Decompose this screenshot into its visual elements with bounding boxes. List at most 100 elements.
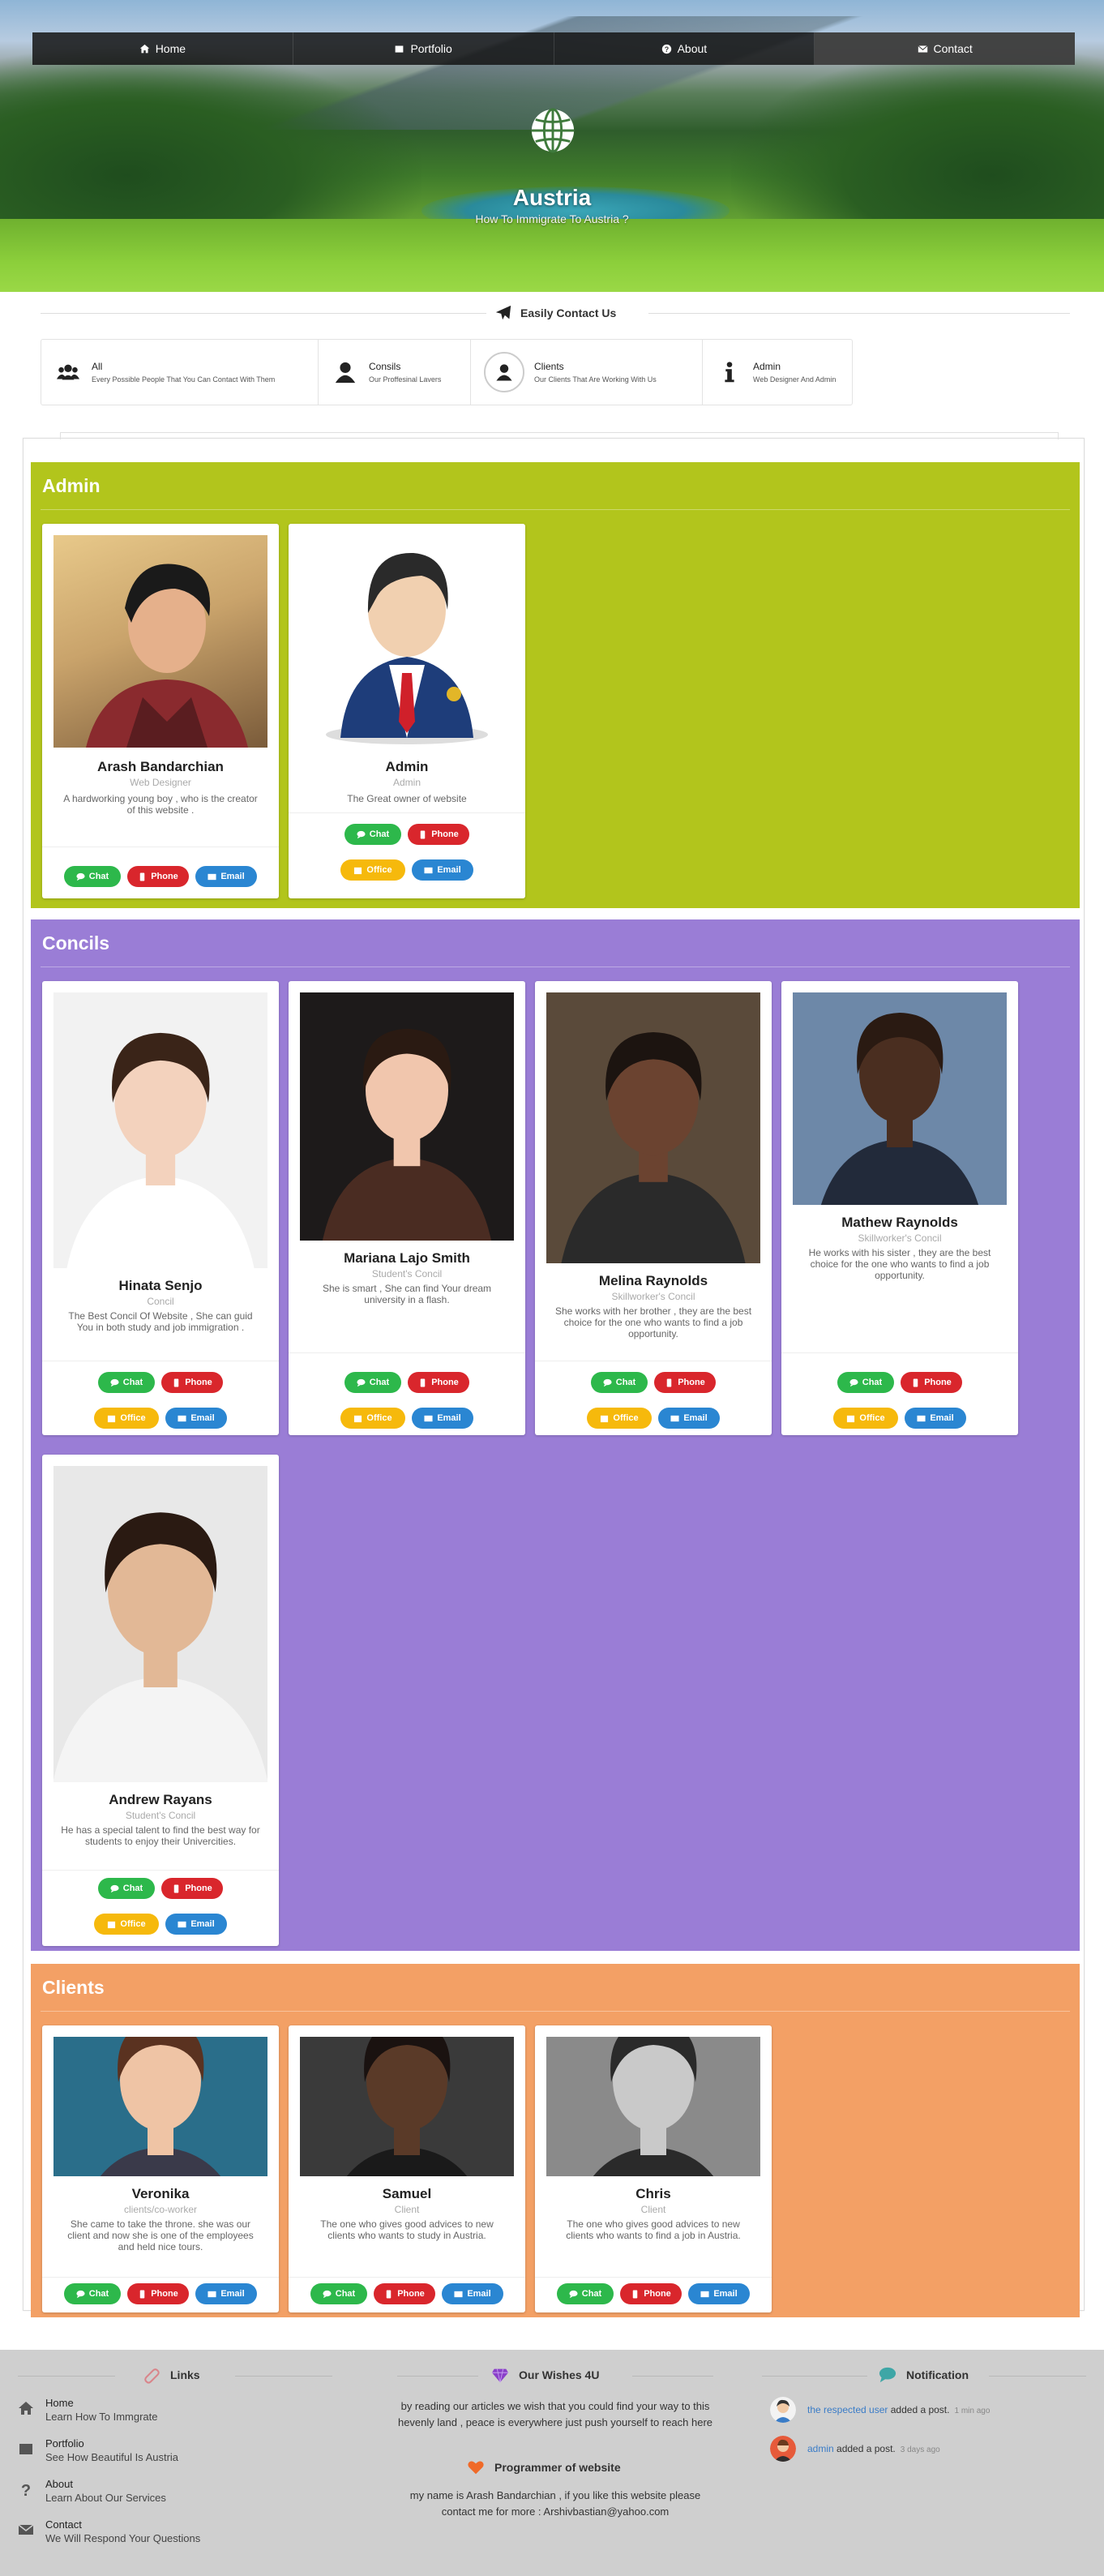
filter-clients[interactable]: Clients Our Clients That Are Working Wit… [471, 340, 703, 405]
phone-button[interactable]: Phone [161, 1878, 223, 1899]
portfolio-icon [396, 45, 404, 53]
person-card: Arash Bandarchian Web Designer A hardwor… [42, 524, 279, 898]
phone-button[interactable]: Phone [620, 2283, 682, 2304]
phone-icon [173, 1378, 179, 1387]
contact-buttons: Chat Phone [42, 1372, 279, 1393]
person-description: The one who gives good advices to new cl… [320, 2218, 494, 2241]
contact-buttons: Chat Phone Email [535, 2283, 772, 2304]
email-button[interactable]: Email [688, 2283, 750, 2304]
filter-consils[interactable]: Consils Our Proffesinal Lavers [319, 340, 471, 405]
person-card: Samuel Client The one who gives good advic… [289, 2025, 525, 2312]
email-button[interactable]: Email [442, 2283, 503, 2304]
footer-link-portfolio[interactable]: Portfolio See How Beautiful Is Austria [18, 2437, 178, 2463]
divider [235, 2376, 332, 2377]
office-button[interactable]: Office [833, 1408, 898, 1429]
filter-admin[interactable]: Admin Web Designer And Admin [703, 340, 852, 405]
contact-buttons: Office Email [42, 1914, 279, 1935]
notification-text: the respected user added a post. 1 min ag… [807, 2404, 990, 2415]
notification-heading: Notification [879, 2366, 969, 2384]
email-button[interactable]: Email [412, 859, 473, 881]
footer-link-about[interactable]: ? About Learn About Our Services [18, 2478, 166, 2504]
person-card: Andrew Rayans Student's Concil He has a sp… [42, 1455, 279, 1946]
footer-link-title: About [45, 2478, 73, 2490]
chat-button[interactable]: Chat [837, 1372, 894, 1393]
chat-button[interactable]: Chat [344, 1372, 401, 1393]
office-button[interactable]: Office [340, 1408, 405, 1429]
office-button[interactable]: Office [340, 859, 405, 881]
chat-button[interactable]: Chat [64, 866, 121, 887]
contact-buttons: Chat Phone [781, 1372, 1018, 1393]
email-button[interactable]: Email [195, 866, 257, 887]
section-title: Clients [42, 1977, 105, 1998]
email-label: Email [190, 1919, 215, 1929]
portrait-illustration [300, 2037, 514, 2176]
divider [397, 2376, 478, 2377]
email-label: Email [467, 2289, 491, 2299]
person-description: A hardworking young boy , who is the cre… [63, 793, 258, 816]
envelope-icon [424, 1415, 433, 1421]
divider [535, 2277, 772, 2278]
filter-all[interactable]: All Every Possible People That You Can C… [41, 340, 319, 405]
email-button[interactable]: Email [905, 1408, 966, 1429]
office-button[interactable]: Office [94, 1914, 159, 1935]
phone-button[interactable]: Phone [127, 2283, 189, 2304]
filter-clients-text: Clients Our Clients That Are Working Wit… [534, 361, 657, 384]
divider [42, 1870, 279, 1871]
person-card: Mathew Raynolds Skillworker's Concil He wo… [781, 981, 1018, 1435]
envelope-icon [700, 2291, 709, 2297]
programmer-heading: Programmer of website [467, 2458, 621, 2476]
footer-link-home[interactable]: Home Learn How To Immgrate [18, 2397, 158, 2423]
nav-home[interactable]: Home [32, 32, 293, 65]
footer-link-contact[interactable]: Contact We Will Respond Your Questions [18, 2518, 200, 2544]
notification-user-link[interactable]: admin [807, 2443, 834, 2454]
phone-button[interactable]: Phone [127, 866, 189, 887]
notification-time: 3 days ago [900, 2445, 940, 2454]
email-button[interactable]: Email [195, 2283, 257, 2304]
chat-button[interactable]: Chat [98, 1372, 155, 1393]
portrait-illustration [53, 992, 267, 1268]
footer-link-text: Home Learn How To Immgrate [45, 2397, 158, 2423]
footer-link-sub: Learn About Our Services [45, 2492, 166, 2504]
notification-user-link[interactable]: the respected user [807, 2404, 888, 2415]
admin-section: Admin Arash Bandarchian Web Designer A h… [31, 462, 1080, 908]
nav-portfolio[interactable]: Portfolio [293, 32, 554, 65]
phone-button[interactable]: Phone [408, 824, 469, 845]
footer: Links Home Learn How To Immgrate Portfoli… [0, 2350, 1104, 2576]
phone-button[interactable]: Phone [161, 1372, 223, 1393]
phone-button[interactable]: Phone [901, 1372, 962, 1393]
person-name: Arash Bandarchian [97, 759, 224, 774]
nav-about[interactable]: ? About [554, 32, 815, 65]
notification-title: Notification [906, 2368, 969, 2381]
wishes-title: Our Wishes 4U [519, 2368, 600, 2381]
office-button[interactable]: Office [94, 1408, 159, 1429]
avatar [770, 2436, 796, 2462]
chat-button[interactable]: Chat [557, 2283, 614, 2304]
chat-button[interactable]: Chat [310, 2283, 367, 2304]
chat-button[interactable]: Chat [591, 1372, 648, 1393]
section-divider [41, 509, 1070, 510]
chat-label: Chat [122, 1378, 143, 1387]
contact-heading: Easily Contact Us [0, 298, 1104, 328]
chat-button[interactable]: Chat [64, 2283, 121, 2304]
phone-label: Phone [151, 872, 178, 881]
contact-buttons: Chat Phone Email [42, 866, 279, 887]
office-button[interactable]: Office [587, 1408, 652, 1429]
nav-contact[interactable]: Contact [815, 32, 1075, 65]
section-title: Admin [42, 475, 101, 496]
phone-button[interactable]: Phone [374, 2283, 435, 2304]
phone-label: Phone [431, 1378, 459, 1387]
chat-button[interactable]: Chat [98, 1878, 155, 1899]
top-navbar: Home Portfolio ? About Contact [32, 32, 1075, 65]
email-button[interactable]: Email [165, 1914, 227, 1935]
heart-icon [468, 2461, 484, 2475]
filter-all-title: All [92, 361, 103, 372]
email-button[interactable]: Email [412, 1408, 473, 1429]
email-button[interactable]: Email [658, 1408, 720, 1429]
svg-text:?: ? [21, 2482, 31, 2497]
phone-button[interactable]: Phone [408, 1372, 469, 1393]
chat-button[interactable]: Chat [344, 824, 401, 845]
email-button[interactable]: Email [165, 1408, 227, 1429]
contact-buttons: Chat Phone Email [289, 2283, 525, 2304]
phone-button[interactable]: Phone [654, 1372, 716, 1393]
divider [762, 2376, 867, 2377]
